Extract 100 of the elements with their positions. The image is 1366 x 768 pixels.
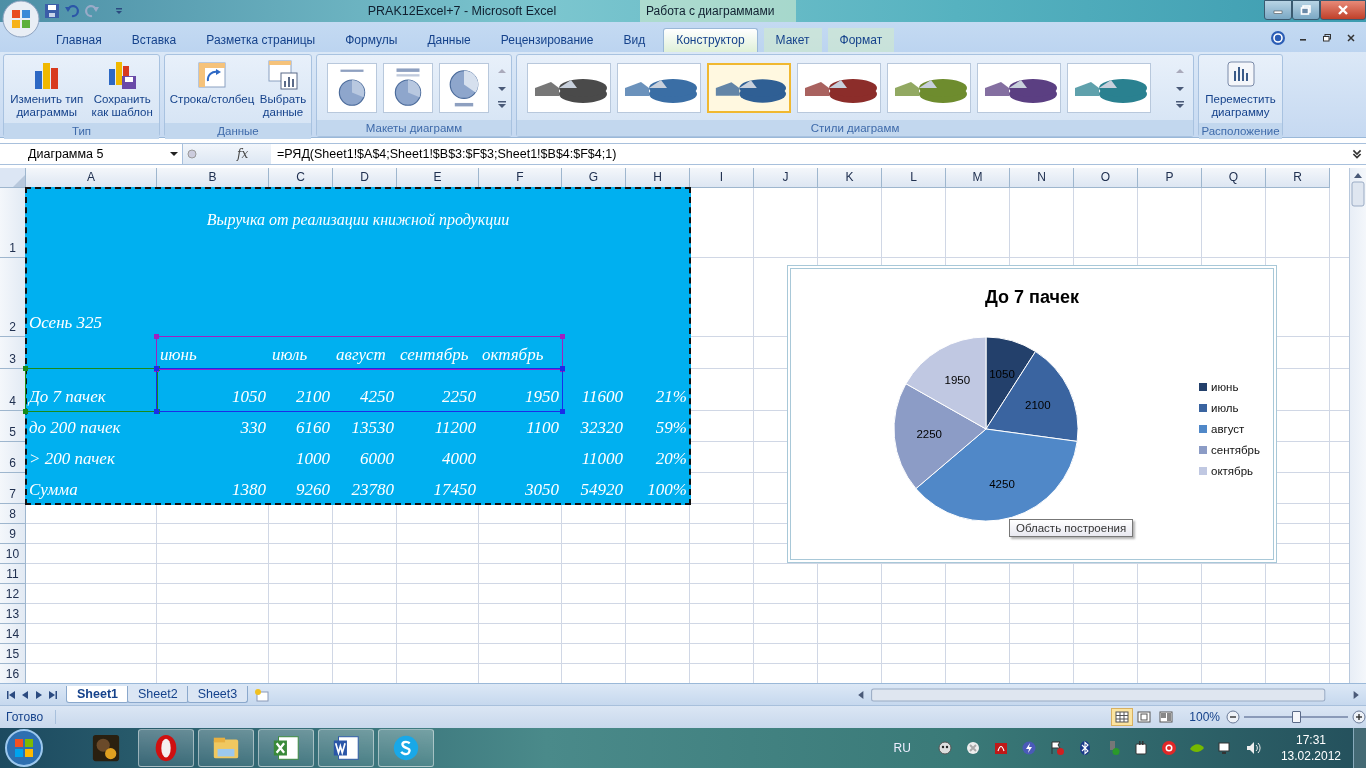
ribbon-tab[interactable]: Главная	[44, 27, 114, 52]
zoom-in-button[interactable]	[1352, 710, 1366, 725]
tray-icon[interactable]	[1048, 740, 1065, 756]
ribbon-tab[interactable]: Формат	[827, 27, 895, 52]
clock-time[interactable]: 17:31	[1295, 732, 1326, 748]
taskbar-button[interactable]	[378, 729, 434, 767]
restore-icon[interactable]	[1322, 32, 1332, 43]
ribbon-button[interactable]: Изменить тип диаграммы	[9, 56, 85, 121]
row-header[interactable]: 14	[0, 623, 26, 644]
tray-icon[interactable]	[1132, 740, 1149, 756]
row-header[interactable]: 4	[0, 368, 26, 411]
row-header[interactable]: 5	[0, 410, 26, 442]
row-header[interactable]: 3	[0, 336, 26, 369]
table-cell: 9260	[296, 479, 330, 500]
minimize-button[interactable]	[1264, 0, 1292, 20]
taskbar-button[interactable]	[258, 729, 314, 767]
column-header[interactable]: R	[1266, 167, 1330, 188]
column-header[interactable]: H	[626, 167, 690, 188]
insert-function-button[interactable]: fx	[237, 146, 249, 161]
formula-field[interactable]: =РЯД(Sheet1!$A$4;Sheet1!$B$3:$F$3;Sheet1!$B$4:$F$4;1)	[271, 146, 1351, 161]
close-icon[interactable]	[1346, 32, 1356, 43]
row-header[interactable]: 9	[0, 523, 26, 544]
taskbar-button[interactable]	[198, 729, 254, 767]
sheet-navigation-icon[interactable]	[4, 689, 60, 700]
tray-icon[interactable]	[1216, 740, 1233, 756]
ribbon-tab[interactable]: Конструктор	[663, 27, 758, 52]
row-header[interactable]: 13	[0, 603, 26, 624]
column-header[interactable]: F	[479, 167, 562, 188]
ribbon-tab[interactable]: Вставка	[119, 27, 189, 52]
column-header[interactable]: J	[754, 167, 818, 188]
taskbar-button[interactable]	[138, 729, 194, 767]
expand-icon[interactable]	[1351, 147, 1363, 160]
column-header[interactable]: K	[818, 167, 882, 188]
ribbon-button[interactable]: Переместить диаграмму	[1204, 56, 1277, 121]
data-label: 1950	[944, 373, 971, 386]
language-indicator[interactable]: RU	[893, 741, 911, 755]
save-icon[interactable]	[44, 3, 60, 19]
column-header[interactable]: B	[157, 167, 269, 188]
column-header[interactable]: M	[946, 167, 1010, 188]
tray-icon[interactable]	[936, 740, 953, 756]
vertical-scrollbar[interactable]	[1349, 167, 1366, 684]
column-header[interactable]: P	[1138, 167, 1202, 188]
column-header[interactable]: N	[1010, 167, 1074, 188]
row-header[interactable]: 6	[0, 441, 26, 473]
column-header[interactable]: L	[882, 167, 946, 188]
column-header[interactable]: O	[1074, 167, 1138, 188]
gallery-item[interactable]	[887, 63, 971, 114]
pie-slice[interactable]	[985, 350, 1079, 442]
sheet-tab[interactable]: Sheet2	[127, 686, 189, 704]
ribbon-tab[interactable]: Макет	[763, 27, 822, 52]
row-header[interactable]: 8	[0, 503, 26, 524]
taskbar-button[interactable]	[318, 729, 374, 767]
gallery-item[interactable]	[707, 63, 791, 114]
handle-icon[interactable]	[187, 148, 197, 159]
gallery-item[interactable]	[797, 63, 881, 114]
dropdown-icon[interactable]	[170, 149, 178, 158]
help-icon[interactable]	[1270, 29, 1286, 46]
row-header[interactable]: 11	[0, 563, 26, 584]
row-header[interactable]: 15	[0, 643, 26, 664]
column-header[interactable]: Q	[1202, 167, 1266, 188]
slider-thumb[interactable]	[1292, 711, 1301, 724]
row-header[interactable]: 16	[0, 663, 26, 684]
column-header[interactable]: I	[690, 167, 754, 188]
ribbon-tab[interactable]: Вид	[611, 27, 658, 52]
column-header[interactable]: C	[269, 167, 333, 188]
row-header[interactable]: 2	[0, 257, 26, 337]
column-header[interactable]: D	[333, 167, 397, 188]
ribbon-tab[interactable]: Рецензирование	[488, 27, 606, 52]
row-header[interactable]: 10	[0, 543, 26, 564]
gallery-item[interactable]	[977, 63, 1061, 114]
tray-icon[interactable]	[1020, 740, 1037, 756]
ribbon-tab[interactable]: Формулы	[333, 27, 410, 52]
ribbon-tab[interactable]: Данные	[415, 27, 483, 52]
group-title: Стили диаграмм	[517, 119, 1193, 136]
gallery-item[interactable]	[1067, 63, 1151, 114]
customize-icon[interactable]	[114, 6, 124, 16]
row-header[interactable]: 7	[0, 472, 26, 504]
column-header[interactable]: E	[397, 167, 479, 188]
close-button[interactable]	[1320, 0, 1366, 20]
gallery-item[interactable]	[617, 63, 701, 114]
gallery-item[interactable]	[527, 63, 611, 114]
ribbon-button[interactable]: Строка/столбец	[168, 56, 256, 121]
start-button[interactable]	[4, 728, 44, 768]
zoom-out-button[interactable]	[1226, 710, 1240, 725]
maximize-button[interactable]	[1292, 0, 1320, 20]
chart-frame[interactable]: До 7 пачек 1050 2100 4250 2250 1950 июнь июль август сентябрь октябрь Область построения	[787, 264, 1277, 563]
column-header[interactable]: G	[562, 167, 626, 188]
tray-icon[interactable]	[1244, 740, 1261, 756]
row-header[interactable]: 12	[0, 583, 26, 604]
ribbon-button[interactable]: Выбрать данные	[258, 56, 308, 121]
sheet-tab[interactable]: Sheet1	[66, 686, 129, 704]
column-header[interactable]: A	[26, 167, 157, 188]
clock-date[interactable]: 13.02.2012	[1280, 748, 1341, 764]
view-button[interactable]	[1111, 708, 1134, 727]
row-header[interactable]: 1	[0, 187, 26, 258]
tray-icon[interactable]	[1160, 740, 1177, 756]
zoom-level[interactable]: 100%	[1189, 710, 1220, 725]
sheet-tab[interactable]: Sheet3	[186, 686, 249, 704]
ribbon-button[interactable]: Сохранить как шаблон	[90, 56, 154, 121]
ribbon-tab[interactable]: Разметка страницы	[194, 27, 328, 52]
